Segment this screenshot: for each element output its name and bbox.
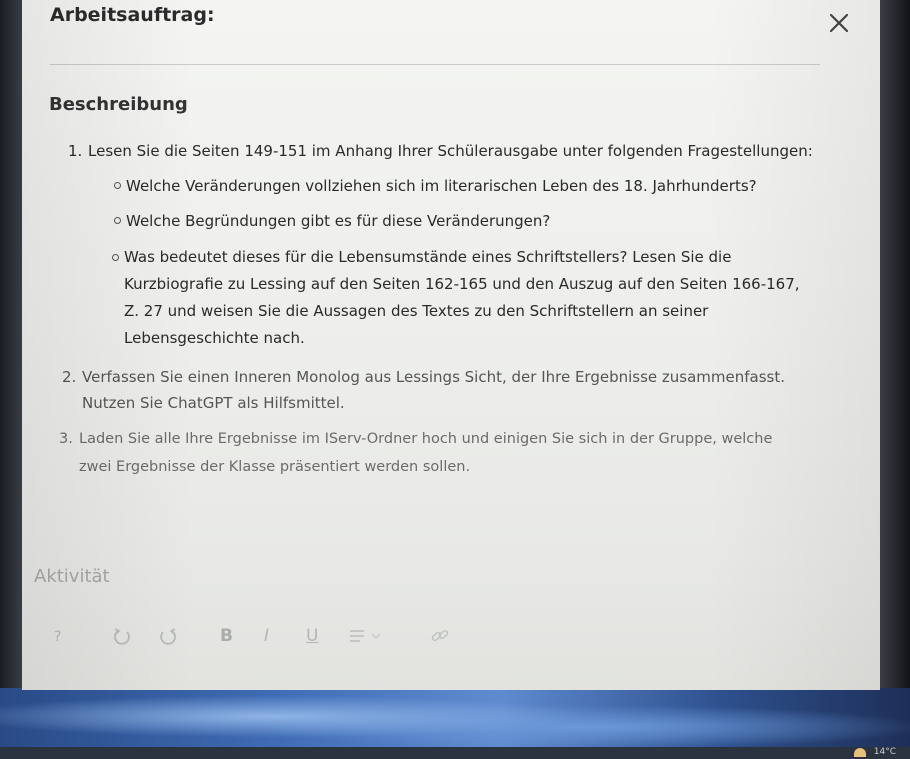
task-2-number: 2. xyxy=(62,368,77,386)
task-1-number: 1. xyxy=(68,142,83,160)
task-2-line-1: Verfassen Sie einen Inneren Monolog aus … xyxy=(82,368,786,386)
screen-bezel-right xyxy=(880,0,910,690)
help-button[interactable]: ? xyxy=(54,629,61,645)
undo-button[interactable] xyxy=(112,626,132,651)
sub-bullet-icon xyxy=(114,182,121,189)
weather-icon xyxy=(854,748,866,757)
list-format-icon xyxy=(350,630,381,642)
close-icon xyxy=(829,13,849,33)
list-button[interactable] xyxy=(348,626,384,651)
task-1-subitem-3-line-3: Z. 27 und weisen Sie die Aussagen des Te… xyxy=(124,302,709,320)
task-dialog: Arbeitsauftrag: Beschreibung 1. Lesen Si… xyxy=(22,0,880,690)
activity-heading: Aktivität xyxy=(34,566,110,587)
sub-bullet-icon xyxy=(112,254,119,261)
task-1-subitem-2: Welche Begründungen gibt es für diese Ve… xyxy=(126,212,551,230)
redo-button[interactable] xyxy=(158,626,178,651)
task-3-line-1: Laden Sie alle Ihre Ergebnisse im IServ-… xyxy=(79,431,773,447)
description-heading: Beschreibung xyxy=(49,94,188,115)
taskbar: 14°C xyxy=(0,747,910,759)
sub-bullet-icon xyxy=(114,217,121,224)
bold-button[interactable]: B xyxy=(220,626,233,646)
task-3-number: 3. xyxy=(59,431,73,447)
dialog-title: Arbeitsauftrag: xyxy=(50,4,215,26)
task-1-subitem-3-line-4: Lebensgeschichte nach. xyxy=(124,329,305,347)
task-1-text: Lesen Sie die Seiten 149-151 im Anhang I… xyxy=(88,142,813,160)
task-2-line-2: Nutzen Sie ChatGPT als Hilfsmittel. xyxy=(82,394,345,412)
title-divider xyxy=(50,64,820,65)
underline-button[interactable]: U xyxy=(306,626,318,646)
redo-icon xyxy=(160,628,176,645)
desktop-wallpaper: 14°C xyxy=(0,688,910,759)
undo-icon xyxy=(114,628,130,645)
task-3-line-2: zwei Ergebnisse der Klasse präsentiert w… xyxy=(79,459,471,475)
italic-button[interactable]: I xyxy=(264,626,269,646)
task-1-subitem-3-line-2: Kurzbiografie zu Lessing auf den Seiten … xyxy=(124,275,800,293)
link-button[interactable] xyxy=(430,626,450,651)
close-button[interactable] xyxy=(828,12,850,34)
link-icon xyxy=(431,629,449,642)
task-1-subitem-3-line-1: Was bedeutet dieses für die Lebensumstän… xyxy=(124,248,732,266)
weather-temperature: 14°C xyxy=(873,747,896,757)
screen-bezel-left xyxy=(0,0,22,759)
task-1-subitem-1: Welche Veränderungen vollziehen sich im … xyxy=(126,177,757,195)
editor-toolbar: ? B I U xyxy=(52,626,492,656)
